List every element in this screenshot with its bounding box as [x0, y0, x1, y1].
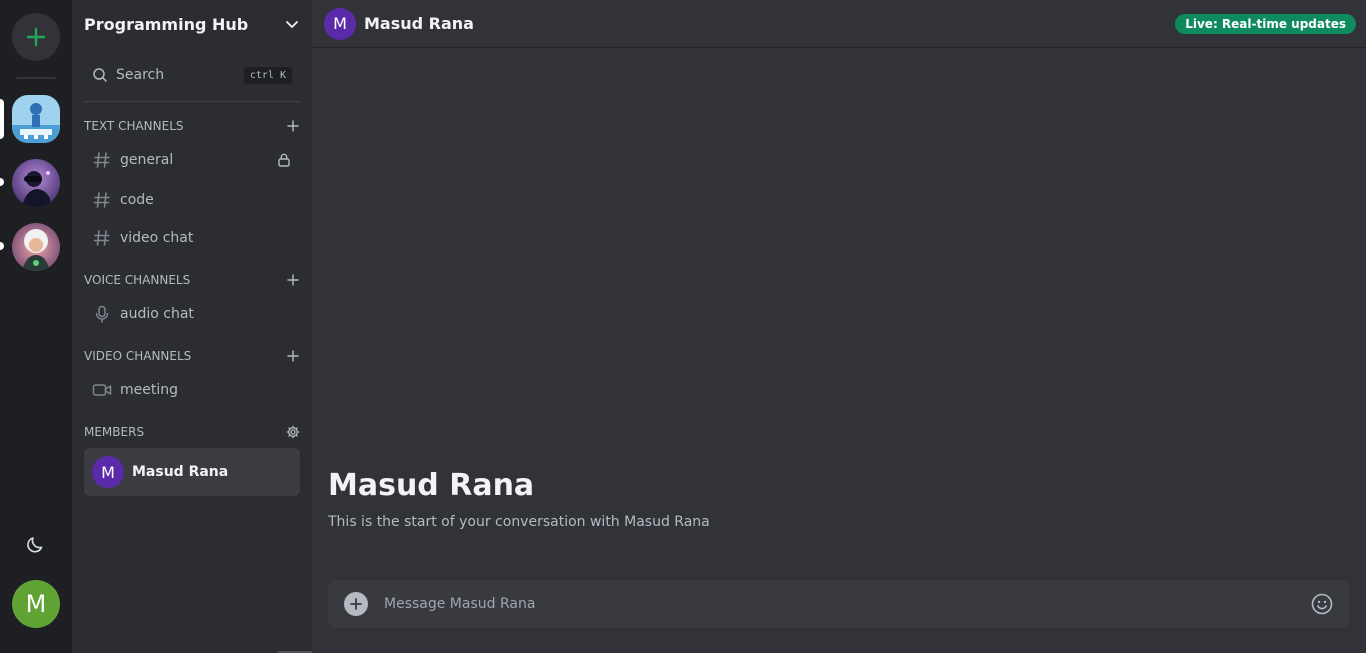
- channel-name: code: [120, 192, 154, 208]
- video-channels-header: Video Channels: [84, 348, 300, 364]
- channel-code[interactable]: code: [84, 183, 300, 217]
- server-icon-2[interactable]: [12, 159, 60, 207]
- manage-members-button[interactable]: [286, 425, 300, 439]
- chat-area: M Masud Rana Live: Real-time updates Mas…: [312, 0, 1366, 653]
- channel-audio-chat[interactable]: audio chat: [84, 297, 300, 331]
- welcome-title: Masud Rana: [328, 468, 535, 503]
- search-icon: [93, 68, 107, 82]
- unread-indicator: [0, 178, 4, 186]
- selected-server-indicator: [0, 99, 4, 139]
- members-label: Members: [84, 425, 145, 439]
- hash-icon: [92, 228, 112, 248]
- channel-sidebar: Programming Hub Search ctrl K Text Chann…: [72, 0, 326, 653]
- search-button[interactable]: Search ctrl K: [84, 60, 300, 90]
- channel-name: video chat: [120, 230, 194, 246]
- member-avatar-initial: M: [101, 462, 115, 482]
- user-avatar[interactable]: M: [12, 580, 60, 628]
- add-text-channel-button[interactable]: [286, 119, 300, 133]
- server-1-image: [12, 95, 60, 143]
- server-name: Programming Hub: [84, 14, 249, 34]
- chevron-down-icon: [286, 21, 298, 28]
- member-avatar: M: [92, 456, 124, 488]
- channel-video-chat[interactable]: video chat: [84, 221, 300, 255]
- member-item[interactable]: M Masud Rana: [84, 448, 300, 496]
- search-label: Search: [116, 67, 165, 83]
- channel-name: meeting: [120, 382, 179, 398]
- voice-channels-label: Voice Channels: [84, 273, 191, 287]
- conversation-avatar-initial: M: [333, 14, 347, 33]
- server-3-image: [12, 223, 60, 271]
- attach-button[interactable]: [344, 592, 368, 616]
- moon-icon: [27, 537, 43, 553]
- emoji-button[interactable]: [1310, 592, 1334, 616]
- member-name: Masud Rana: [132, 464, 229, 480]
- microphone-icon: [92, 304, 112, 324]
- members-header: Members: [84, 424, 300, 440]
- text-channels-label: Text Channels: [84, 119, 184, 133]
- add-voice-channel-button[interactable]: [286, 273, 300, 287]
- hash-icon: [92, 150, 112, 170]
- text-channels-header: Text Channels: [84, 118, 300, 134]
- smile-icon: [1311, 593, 1333, 615]
- gear-icon: [286, 425, 300, 439]
- channel-general[interactable]: general: [84, 143, 300, 177]
- server-icon-3[interactable]: [12, 223, 60, 271]
- server-rail: M: [0, 0, 72, 653]
- chat-header: M Masud Rana Live: Real-time updates: [312, 0, 1366, 48]
- search-shortcut: ctrl K: [243, 66, 292, 84]
- welcome-subtitle: This is the start of your conversation w…: [328, 514, 710, 530]
- unread-indicator: [0, 242, 4, 250]
- sidebar-divider: [84, 101, 300, 102]
- server-header[interactable]: Programming Hub: [72, 0, 312, 48]
- conversation-avatar[interactable]: M: [324, 7, 356, 40]
- theme-toggle-button[interactable]: [22, 532, 50, 556]
- conversation-title: Masud Rana: [364, 14, 474, 33]
- add-video-channel-button[interactable]: [286, 349, 300, 363]
- plus-icon: [287, 274, 299, 286]
- video-camera-icon: [92, 380, 112, 400]
- plus-icon: [287, 350, 299, 362]
- plus-icon: [350, 598, 362, 610]
- server-icon-1[interactable]: [12, 95, 60, 143]
- video-channels-label: Video Channels: [84, 349, 192, 363]
- voice-channels-header: Voice Channels: [84, 272, 300, 288]
- channel-meeting[interactable]: meeting: [84, 373, 300, 407]
- channel-name: audio chat: [120, 306, 194, 322]
- message-composer: [328, 580, 1350, 628]
- channel-name: general: [120, 152, 174, 168]
- rail-separator: [16, 77, 56, 79]
- add-server-button[interactable]: [12, 13, 60, 61]
- lock-icon: [278, 153, 290, 167]
- user-avatar-initial: M: [25, 590, 47, 618]
- live-status-badge: Live: Real-time updates: [1175, 13, 1356, 34]
- message-input[interactable]: [384, 596, 1310, 612]
- plus-icon: [26, 27, 46, 47]
- plus-icon: [287, 120, 299, 132]
- hash-icon: [92, 190, 112, 210]
- server-2-image: [12, 159, 60, 207]
